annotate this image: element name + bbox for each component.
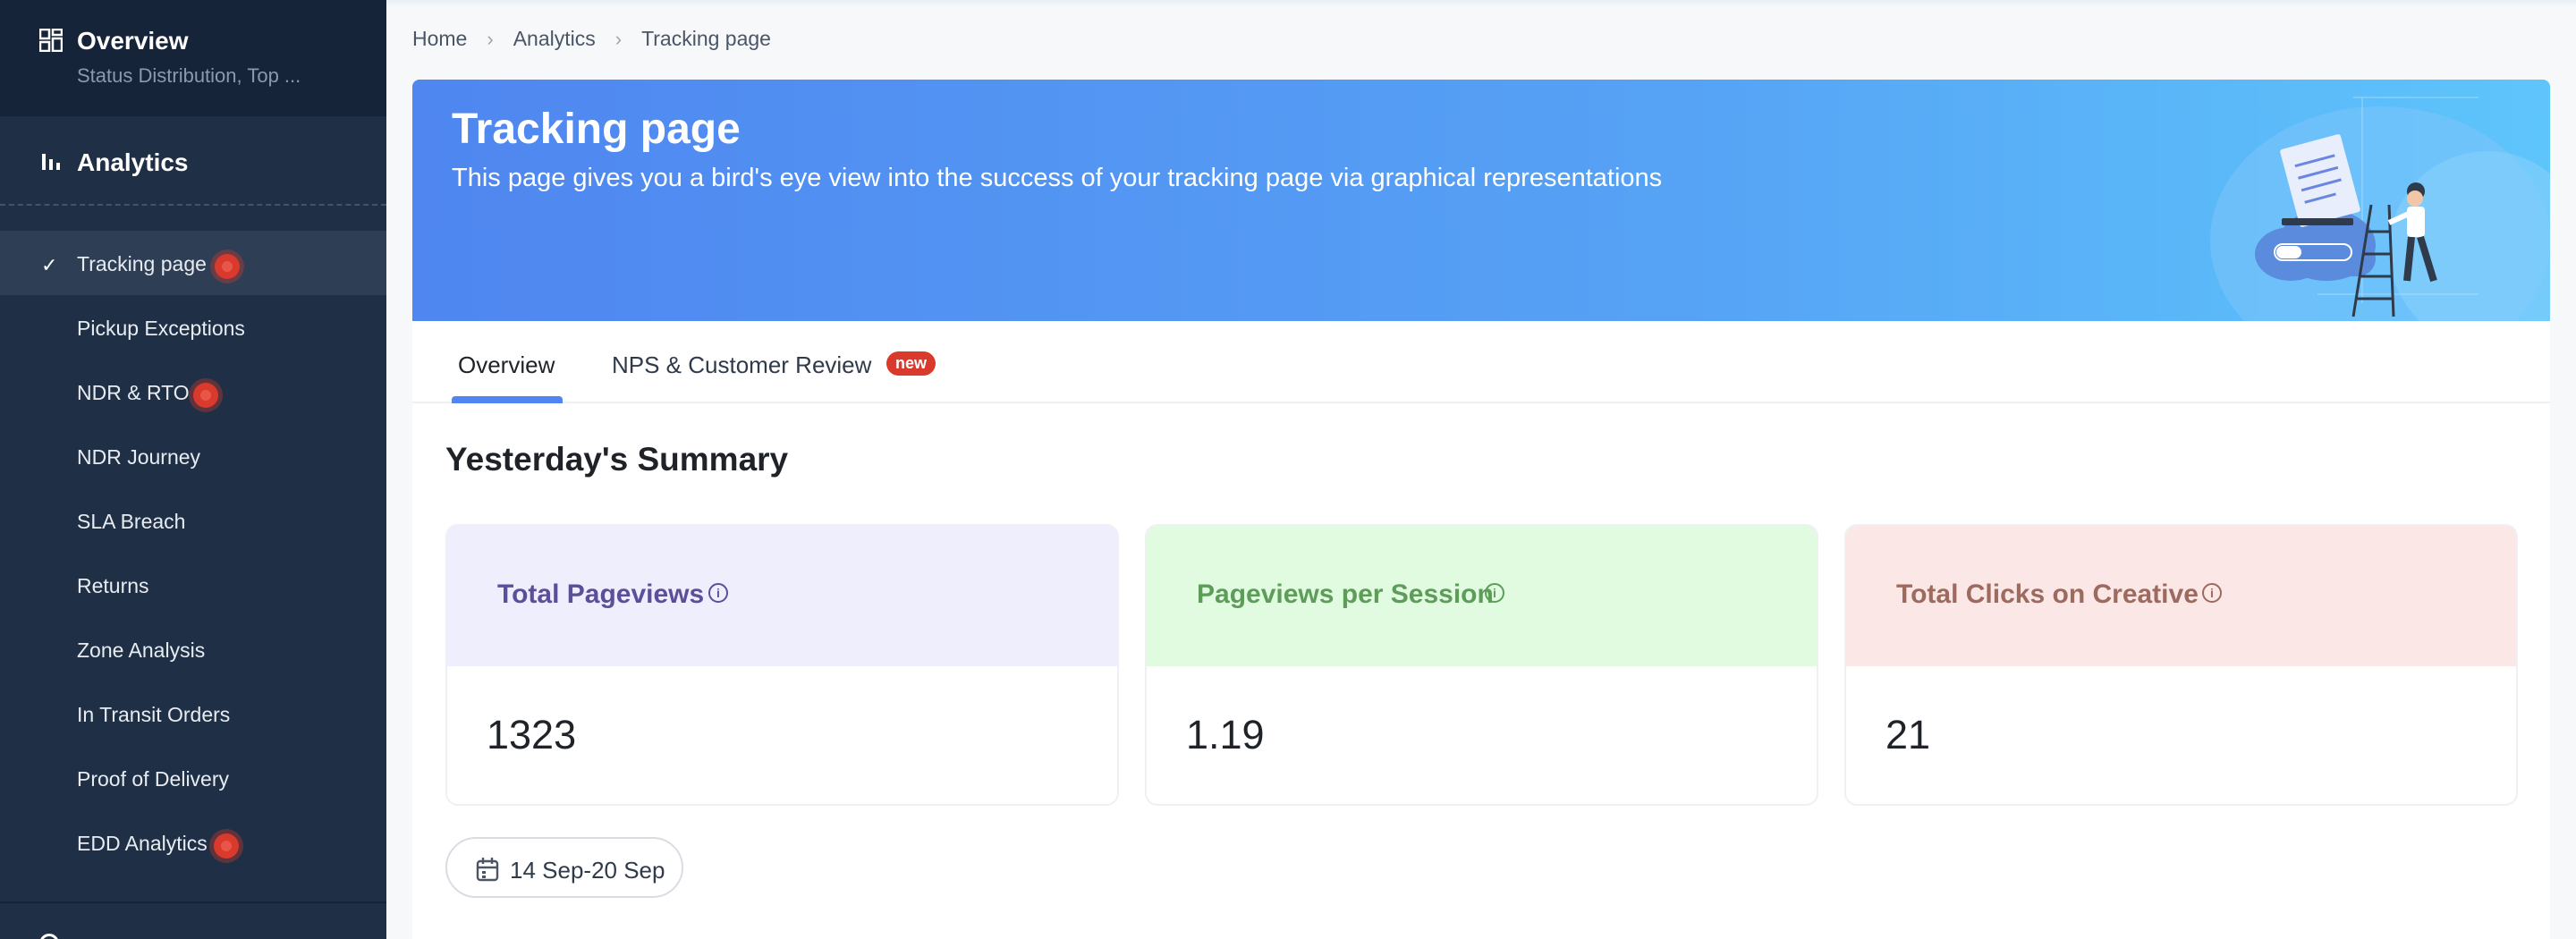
tab-bar: Overview NPS & Customer Review new xyxy=(412,321,2550,403)
sidebar-item-sla-breach[interactable]: SLA Breach xyxy=(0,488,386,553)
active-tab-indicator xyxy=(452,396,563,403)
sidebar-item-returns[interactable]: Returns xyxy=(0,553,386,617)
main-content: Overview NPS & Customer Review new Yeste… xyxy=(412,321,2550,939)
sidebar-item-label: Pickup Exceptions xyxy=(77,317,245,340)
summary-title: Yesterday's Summary xyxy=(445,441,789,478)
stat-card-total-clicks-on-creative: Total Clicks on Creative i 21 xyxy=(1844,524,2518,806)
sidebar-item-label: NDR & RTO xyxy=(77,381,190,404)
sidebar-item-label: Zone Analysis xyxy=(77,639,206,662)
stat-value: 1323 xyxy=(487,712,577,757)
stat-card-header: Total Clicks on Creative i xyxy=(1846,526,2516,666)
alert-dot-icon xyxy=(193,383,218,408)
section-icon xyxy=(39,934,59,939)
stat-value: 1.19 xyxy=(1186,712,1265,757)
sidebar: Overview Status Distribution, Top ... An… xyxy=(0,0,386,939)
sidebar-item-ndr-rto[interactable]: NDR & RTO xyxy=(0,360,386,424)
breadcrumb-analytics[interactable]: Analytics xyxy=(513,27,596,51)
page-title: Tracking page xyxy=(452,106,741,153)
page-description: This page gives you a bird's eye view in… xyxy=(452,164,1663,192)
page-banner: Tracking page This page gives you a bird… xyxy=(412,80,2550,321)
top-bar xyxy=(386,0,2576,7)
sidebar-item-label: NDR Journey xyxy=(77,445,201,469)
stat-label: Pageviews per Session xyxy=(1197,579,1494,609)
chevron-right-icon: › xyxy=(487,27,494,50)
breadcrumb-home[interactable]: Home xyxy=(412,27,467,51)
stat-value: 21 xyxy=(1885,712,1931,757)
stat-card-header: Pageviews per Session i xyxy=(1147,526,1817,666)
sidebar-next-section[interactable] xyxy=(0,901,386,939)
sidebar-item-in-transit-orders[interactable]: In Transit Orders xyxy=(0,681,386,746)
stat-card-pageviews-per-session: Pageviews per Session i 1.19 xyxy=(1145,524,1818,806)
new-badge: new xyxy=(886,351,936,376)
info-icon[interactable]: i xyxy=(708,583,728,603)
sidebar-analytics[interactable]: Analytics xyxy=(0,116,386,206)
stat-card-header: Total Pageviews i xyxy=(447,526,1117,666)
chevron-right-icon: › xyxy=(614,27,623,50)
sidebar-item-ndr-journey[interactable]: NDR Journey xyxy=(0,424,386,488)
sidebar-item-label: Proof of Delivery xyxy=(77,767,230,791)
sidebar-overview[interactable]: Overview Status Distribution, Top ... xyxy=(0,0,386,116)
stat-card-total-pageviews: Total Pageviews i 1323 xyxy=(445,524,1119,806)
sidebar-item-pickup-exceptions[interactable]: Pickup Exceptions xyxy=(0,295,386,360)
bar-chart-icon xyxy=(42,154,60,170)
breadcrumb: Home › Analytics › Tracking page xyxy=(412,27,771,51)
sidebar-item-label: EDD Analytics xyxy=(77,832,208,855)
tab-overview[interactable]: Overview xyxy=(458,351,555,379)
sidebar-item-zone-analysis[interactable]: Zone Analysis xyxy=(0,617,386,681)
sidebar-item-tracking-page[interactable]: ✓ Tracking page xyxy=(0,231,386,295)
check-icon: ✓ xyxy=(41,254,58,276)
sidebar-item-proof-of-delivery[interactable]: Proof of Delivery xyxy=(0,746,386,810)
stat-label: Total Pageviews xyxy=(497,579,705,609)
analytics-submenu: ✓ Tracking page Pickup Exceptions NDR & … xyxy=(0,231,386,875)
calendar-icon xyxy=(476,858,499,882)
sidebar-item-label: Returns xyxy=(77,574,149,597)
date-range-text: 14 Sep-20 Sep xyxy=(510,857,665,884)
alert-dot-icon xyxy=(214,833,239,859)
dashboard-grid-icon xyxy=(39,29,63,52)
tab-nps-customer-review[interactable]: NPS & Customer Review xyxy=(612,351,871,379)
stat-label: Total Clicks on Creative xyxy=(1896,579,2199,609)
breadcrumb-current: Tracking page xyxy=(641,27,771,50)
sidebar-analytics-title: Analytics xyxy=(77,148,189,176)
sidebar-overview-subtitle: Status Distribution, Top ... xyxy=(77,64,301,87)
banner-illustration xyxy=(2210,97,2550,321)
info-icon[interactable]: i xyxy=(2202,583,2222,603)
date-range-picker[interactable]: 14 Sep-20 Sep xyxy=(445,837,683,898)
info-icon[interactable]: i xyxy=(1485,583,1504,603)
sidebar-item-label: Tracking page xyxy=(77,252,207,275)
sidebar-item-edd-analytics[interactable]: EDD Analytics xyxy=(0,810,386,875)
sidebar-item-label: In Transit Orders xyxy=(77,703,231,726)
sidebar-item-label: SLA Breach xyxy=(77,510,186,533)
sidebar-overview-title: Overview xyxy=(77,27,189,55)
alert-dot-icon xyxy=(215,254,240,279)
